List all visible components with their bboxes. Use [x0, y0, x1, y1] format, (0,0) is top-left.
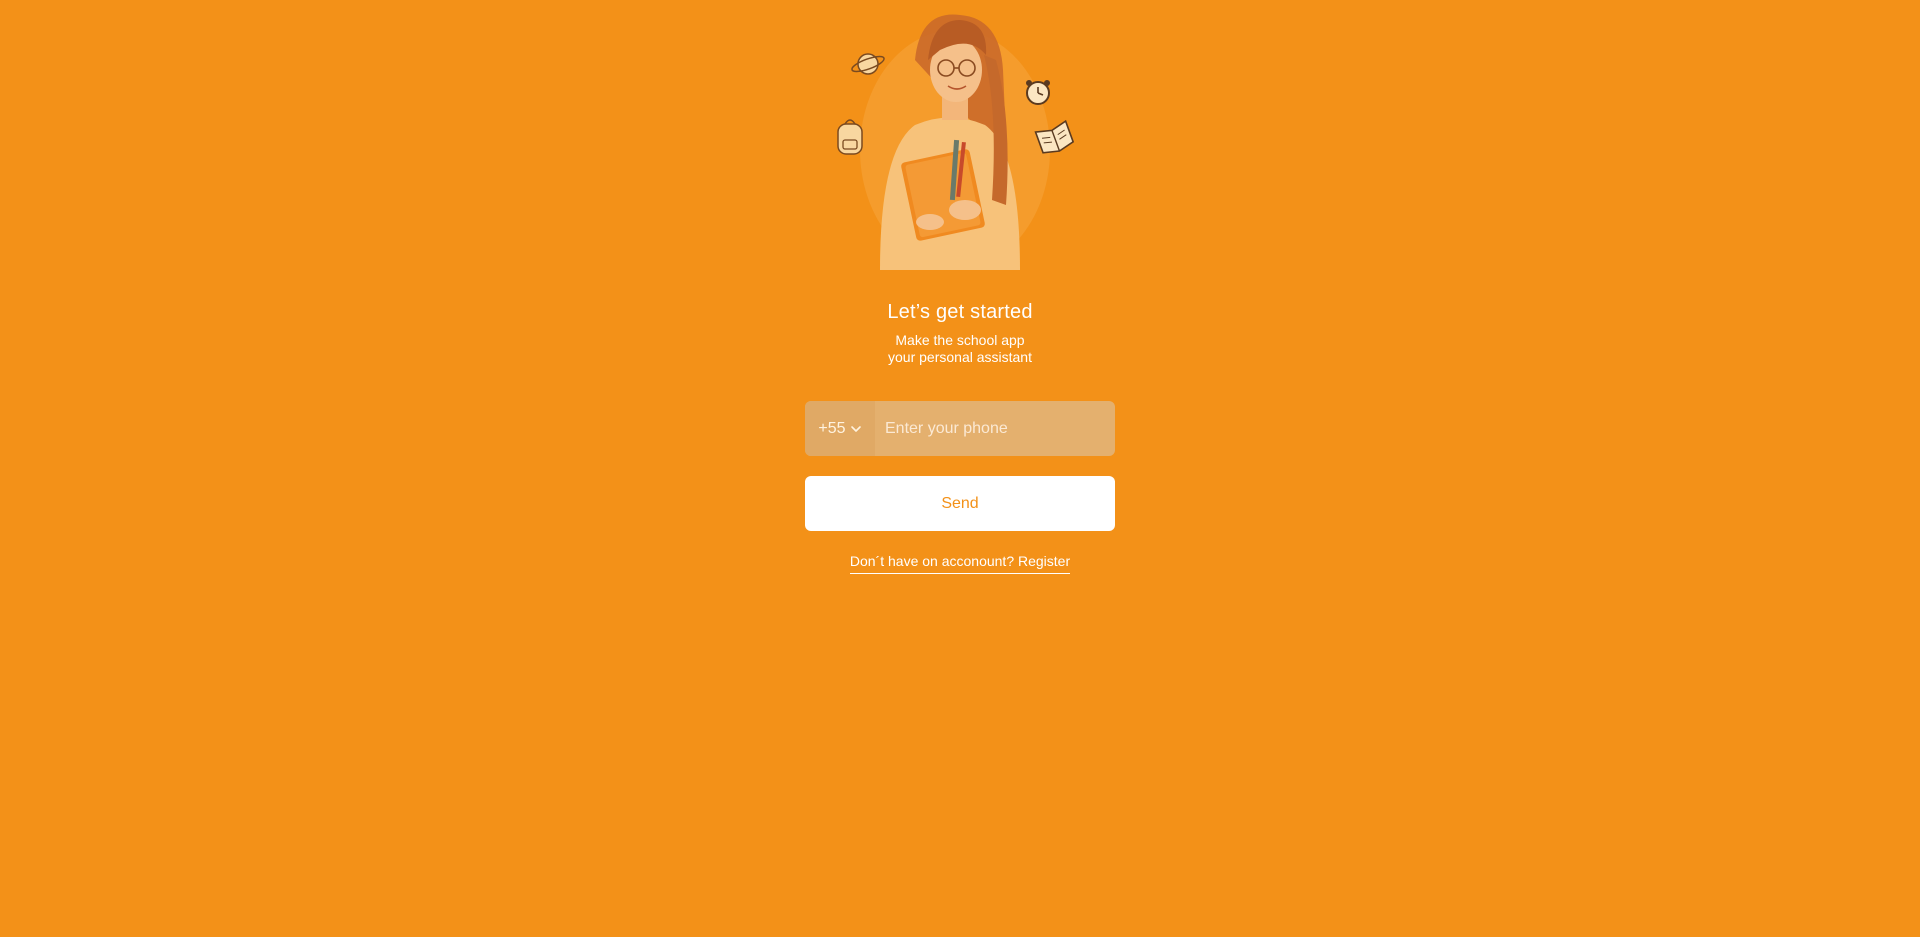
register-link[interactable]: Don´t have on acconount? Register — [849, 553, 1071, 574]
page-subtitle: Make the school app your personal assist… — [0, 332, 1920, 366]
phone-input-group: +55 — [805, 401, 1115, 456]
send-button[interactable]: Send — [805, 476, 1115, 531]
backpack-icon — [837, 119, 863, 155]
page-title: Let’s get started — [887, 301, 1033, 323]
subtitle-line-2: your personal assistant — [888, 349, 1032, 365]
phone-input[interactable] — [875, 401, 1115, 456]
register-link-container: Don´t have on acconount? Register — [0, 553, 1920, 574]
hero-illustration — [820, 0, 1080, 280]
country-code-selector[interactable]: +55 — [805, 401, 875, 456]
student-illustration — [837, 14, 1075, 270]
chevron-down-icon — [850, 425, 861, 432]
alarm-clock-icon — [1026, 80, 1050, 105]
country-code-value: +55 — [818, 419, 846, 437]
login-page: Let’s get started Make the school app yo… — [0, 0, 1920, 937]
subtitle-line-1: Make the school app — [895, 332, 1025, 348]
planet-icon — [851, 53, 885, 75]
